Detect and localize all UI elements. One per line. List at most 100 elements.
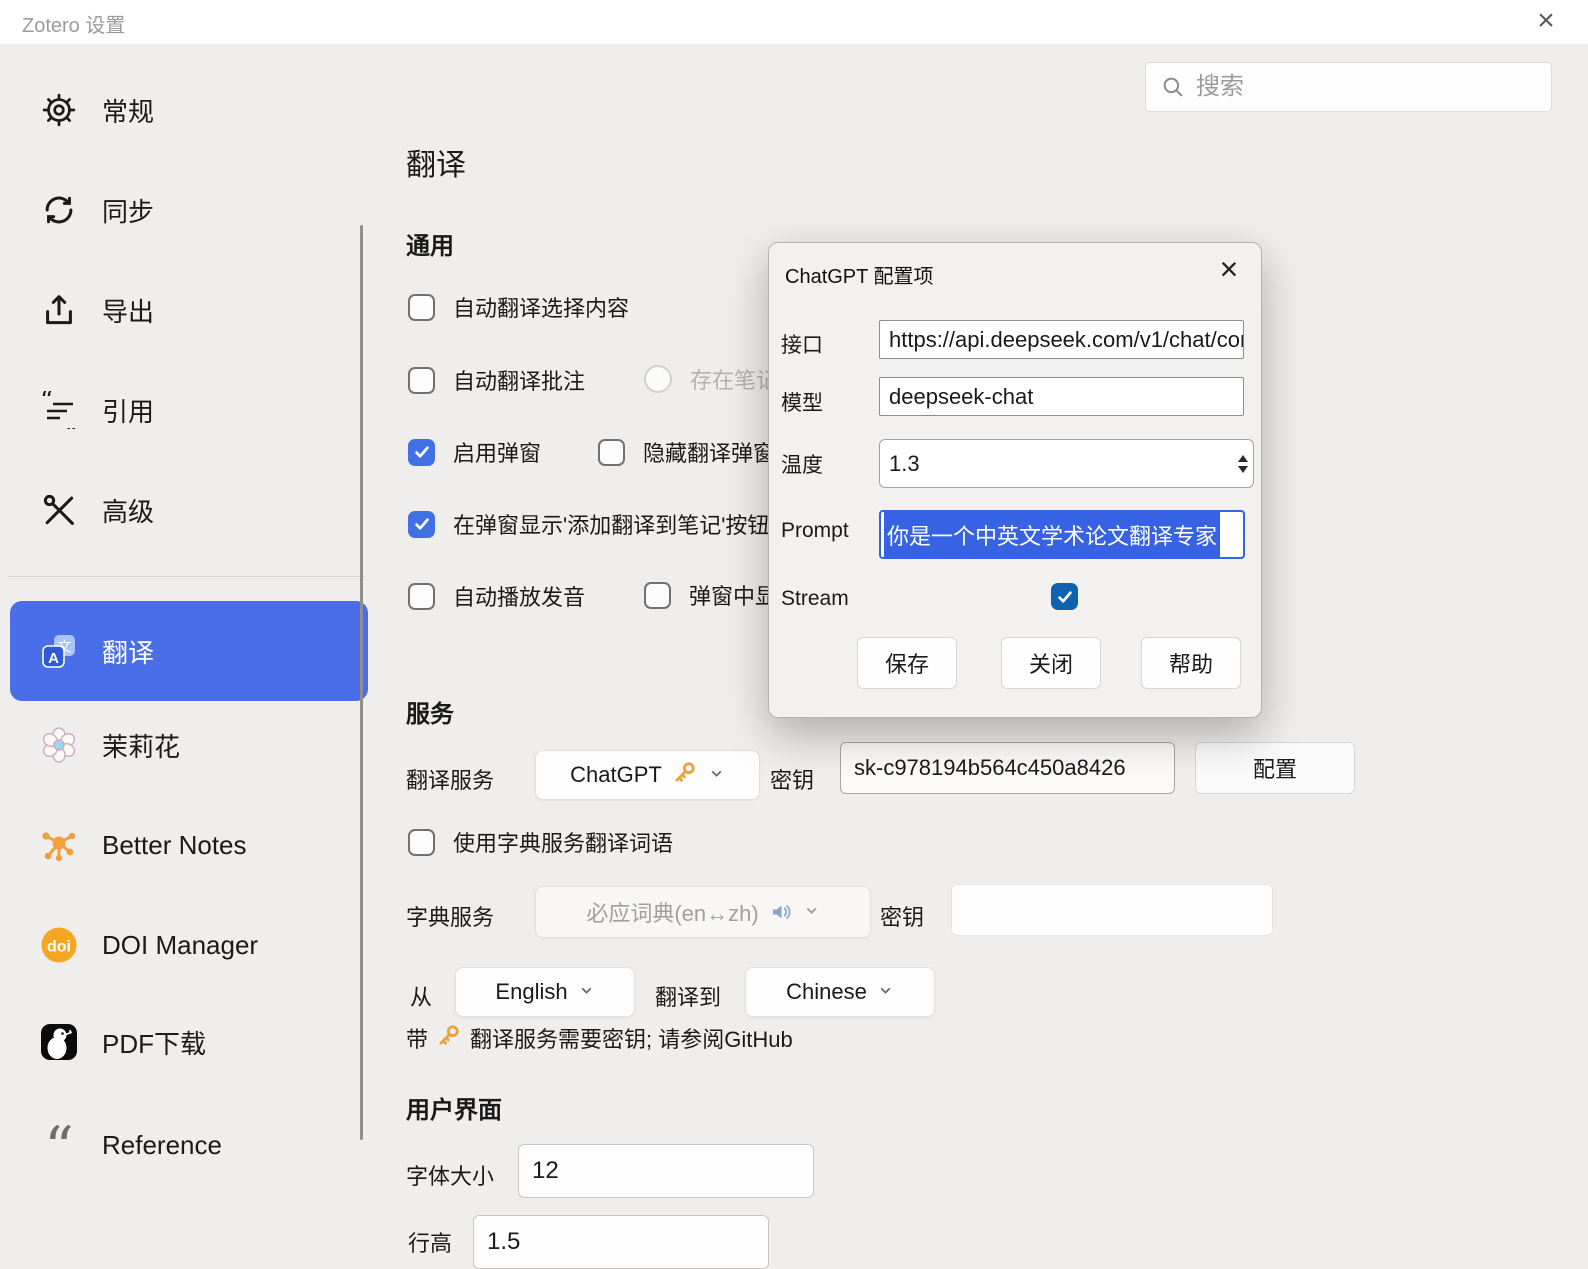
sidebar-item-label: 翻译 xyxy=(102,633,154,670)
gear-icon xyxy=(40,91,78,129)
dict-key-label: 密钥 xyxy=(880,900,924,932)
prompt-label: Prompt xyxy=(781,519,849,543)
checkbox-unchecked[interactable] xyxy=(598,439,625,466)
tools-icon xyxy=(40,491,78,529)
radio-disabled[interactable] xyxy=(644,365,672,393)
model-label: 模型 xyxy=(781,387,823,417)
translate-service-select[interactable]: ChatGPT xyxy=(535,750,760,800)
sync-icon xyxy=(40,191,78,229)
dialog-close-icon[interactable]: × xyxy=(1207,247,1251,291)
temperature-spinner[interactable]: 1.3 xyxy=(879,439,1254,488)
translate-service-value: ChatGPT xyxy=(570,762,662,788)
spinner-arrows-icon[interactable] xyxy=(1238,455,1248,473)
checkbox-label: 使用字典服务翻译词语 xyxy=(453,826,673,858)
chevron-down-icon xyxy=(803,899,820,925)
key-icon xyxy=(672,759,698,791)
chatgpt-config-dialog: ChatGPT 配置项 × 接口 https://api.deepseek.co… xyxy=(768,242,1262,718)
checkbox-row-enable-popup: 启用弹窗 xyxy=(408,436,541,468)
section-heading-service: 服务 xyxy=(406,694,454,729)
radio-row-note-exists: 存在笔记 xyxy=(644,363,778,395)
checkbox-label: 自动播放发音 xyxy=(453,580,585,612)
checkbox-row-use-dict-service: 使用字典服务翻译词语 xyxy=(408,826,673,858)
search-input[interactable] xyxy=(1196,73,1537,101)
api-endpoint-input[interactable]: https://api.deepseek.com/v1/chat/complet… xyxy=(879,320,1244,359)
temperature-label: 温度 xyxy=(781,449,823,479)
svg-text:A: A xyxy=(48,650,59,667)
checkbox-label: 自动翻译选择内容 xyxy=(453,291,629,323)
sidebar-item-label: 茉莉花 xyxy=(102,727,180,764)
sidebar-item-label: Reference xyxy=(102,1130,222,1161)
key-required-note: 带 翻译服务需要密钥; 请参阅GitHub xyxy=(406,1022,793,1054)
to-label: 翻译到 xyxy=(655,980,721,1012)
checkbox-row-auto-translate-annotation: 自动翻译批注 xyxy=(408,364,585,396)
chevron-down-icon xyxy=(708,762,725,788)
checkbox-unchecked[interactable] xyxy=(408,829,435,856)
checkbox-row-auto-play-pronunciation: 自动播放发音 xyxy=(408,580,585,612)
checkbox-unchecked[interactable] xyxy=(408,294,435,321)
model-input[interactable]: deepseek-chat xyxy=(879,377,1244,416)
sidebar-item-label: 同步 xyxy=(102,192,154,229)
sidebar-item-sync[interactable]: 同步 xyxy=(10,178,368,242)
quote-icon: “ xyxy=(40,1126,78,1164)
window-titlebar: Zotero 设置 xyxy=(0,0,1588,44)
line-height-label: 行高 xyxy=(408,1226,452,1258)
window-close-icon[interactable]: × xyxy=(1520,0,1572,42)
sidebar-divider xyxy=(8,576,365,577)
dict-key-input[interactable] xyxy=(951,884,1273,936)
translate-icon: 文A xyxy=(40,632,78,670)
from-label: 从 xyxy=(410,980,432,1012)
dict-service-label: 字典服务 xyxy=(406,900,494,932)
checkbox-unchecked[interactable] xyxy=(408,367,435,394)
sidebar-item-doi-manager[interactable]: doi DOI Manager xyxy=(10,913,368,977)
checkbox-row-auto-translate-selection: 自动翻译选择内容 xyxy=(408,291,629,323)
speaker-icon xyxy=(769,900,793,924)
help-button[interactable]: 帮助 xyxy=(1141,637,1241,689)
checkbox-unchecked[interactable] xyxy=(644,582,671,609)
sidebar-item-cite[interactable]: “ „ 引用 xyxy=(10,378,368,442)
sidebar-item-label: 导出 xyxy=(102,292,154,329)
checkbox-label: 隐藏翻译弹窗 xyxy=(643,436,775,468)
close-button[interactable]: 关闭 xyxy=(1001,637,1101,689)
page-title: 翻译 xyxy=(406,140,466,184)
checkbox-row-show-add-note-button: 在弹窗显示'添加翻译到笔记'按钮 xyxy=(408,508,769,540)
line-height-input[interactable]: 1.5 xyxy=(473,1215,769,1269)
sidebar-item-advanced[interactable]: 高级 xyxy=(10,478,368,542)
sidebar-item-label: 引用 xyxy=(102,392,154,429)
save-button[interactable]: 保存 xyxy=(857,637,957,689)
search-box[interactable] xyxy=(1145,62,1552,112)
stream-checkbox-checked[interactable] xyxy=(1051,583,1078,610)
section-heading-general: 通用 xyxy=(406,226,454,261)
api-key-label: 密钥 xyxy=(770,763,814,795)
from-language-select[interactable]: English xyxy=(455,967,635,1017)
chevron-down-icon xyxy=(877,979,894,1005)
sidebar-scrollbar[interactable] xyxy=(360,225,363,1140)
from-language-value: English xyxy=(495,979,567,1005)
checkbox-label: 启用弹窗 xyxy=(453,436,541,468)
to-language-select[interactable]: Chinese xyxy=(745,967,935,1017)
checkbox-unchecked[interactable] xyxy=(408,583,435,610)
radio-label: 存在笔记 xyxy=(690,363,778,395)
sidebar-item-reference[interactable]: “ Reference xyxy=(10,1113,368,1177)
dict-service-select[interactable]: 必应词典(en↔zh) xyxy=(535,886,871,938)
sidebar-item-pdf-download[interactable]: PDF下载 xyxy=(10,1010,368,1074)
prompt-input[interactable]: 你是一个中英文学术论文翻译专家 xyxy=(879,510,1245,559)
svg-text:„: „ xyxy=(64,408,77,429)
configure-button[interactable]: 配置 xyxy=(1195,742,1355,794)
sidebar-item-label: PDF下载 xyxy=(102,1024,206,1061)
font-size-label: 字体大小 xyxy=(406,1159,494,1191)
sidebar-item-jasmine[interactable]: 茉莉花 xyxy=(10,713,368,777)
chevron-down-icon xyxy=(578,979,595,1005)
sidebar-item-translate[interactable]: 文A 翻译 xyxy=(10,601,368,701)
penguin-icon xyxy=(40,1023,78,1061)
api-key-input[interactable]: sk-c978194b564c450a8426 xyxy=(840,742,1175,794)
section-heading-ui: 用户界面 xyxy=(406,1090,502,1125)
sidebar-item-export[interactable]: 导出 xyxy=(10,278,368,342)
checkbox-checked[interactable] xyxy=(408,511,435,538)
checkbox-checked[interactable] xyxy=(408,439,435,466)
svg-text:“: “ xyxy=(40,391,53,416)
search-icon xyxy=(1160,74,1186,100)
checkbox-label: 自动翻译批注 xyxy=(453,364,585,396)
sidebar-item-general[interactable]: 常规 xyxy=(10,78,368,142)
font-size-input[interactable]: 12 xyxy=(518,1144,814,1198)
sidebar-item-better-notes[interactable]: Better Notes xyxy=(10,813,368,877)
